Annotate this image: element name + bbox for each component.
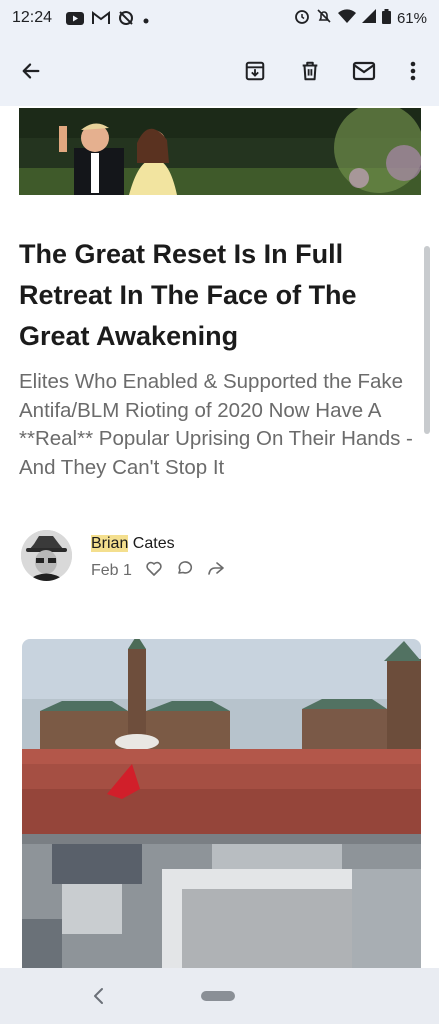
- back-arrow-icon: [22, 63, 40, 79]
- delete-icon: [302, 61, 318, 81]
- author-byline: Brian Cates Feb 1: [21, 530, 321, 586]
- battery-icon: [381, 8, 391, 28]
- youtube-icon: [66, 11, 84, 30]
- wifi-icon: [337, 8, 356, 28]
- author-first-name: Brian: [91, 535, 129, 552]
- share-icon[interactable]: [207, 561, 224, 581]
- mute-icon: [316, 8, 332, 28]
- alarm-icon: [294, 8, 310, 28]
- scrollbar[interactable]: [424, 246, 430, 434]
- no-sync-icon: [118, 10, 134, 31]
- status-bar: 12:24 61%: [0, 0, 439, 36]
- chevron-left-icon: [94, 988, 103, 1004]
- header-photo: [19, 108, 421, 195]
- nav-back-button[interactable]: [84, 982, 112, 1010]
- article-headline: The Great Reset Is In Full Retreat In Th…: [19, 239, 357, 351]
- author-name[interactable]: Brian Cates: [91, 535, 175, 553]
- avatar[interactable]: [21, 530, 72, 581]
- mail-icon: [352, 61, 376, 81]
- article-subtitle: Elites Who Enabled & Supported the Fake …: [19, 370, 413, 479]
- battery-percent: 61%: [396, 9, 427, 27]
- post-meta: Feb 1: [91, 560, 224, 581]
- signal-icon: [361, 9, 376, 27]
- dot-icon: [142, 12, 150, 30]
- gmail-icon: [92, 11, 110, 30]
- comment-icon[interactable]: [176, 560, 193, 581]
- delete-button[interactable]: [292, 53, 328, 89]
- archive-icon: [245, 61, 265, 81]
- email-toolbar: [0, 36, 439, 106]
- nav-home-pill[interactable]: [201, 991, 235, 1001]
- email-body[interactable]: The Great Reset Is In Full Retreat In Th…: [0, 106, 439, 968]
- article-photo: [22, 639, 421, 968]
- mark-unread-button[interactable]: [346, 53, 382, 89]
- heart-icon[interactable]: [146, 561, 162, 581]
- archive-button[interactable]: [237, 53, 273, 89]
- back-button[interactable]: [13, 53, 49, 89]
- status-time: 12:24: [12, 9, 53, 26]
- system-nav-bar: [0, 968, 439, 1024]
- more-vert-icon: [410, 61, 416, 81]
- post-date: Feb 1: [91, 561, 132, 579]
- more-options-button[interactable]: [395, 53, 431, 89]
- author-last-name: Cates: [128, 535, 175, 552]
